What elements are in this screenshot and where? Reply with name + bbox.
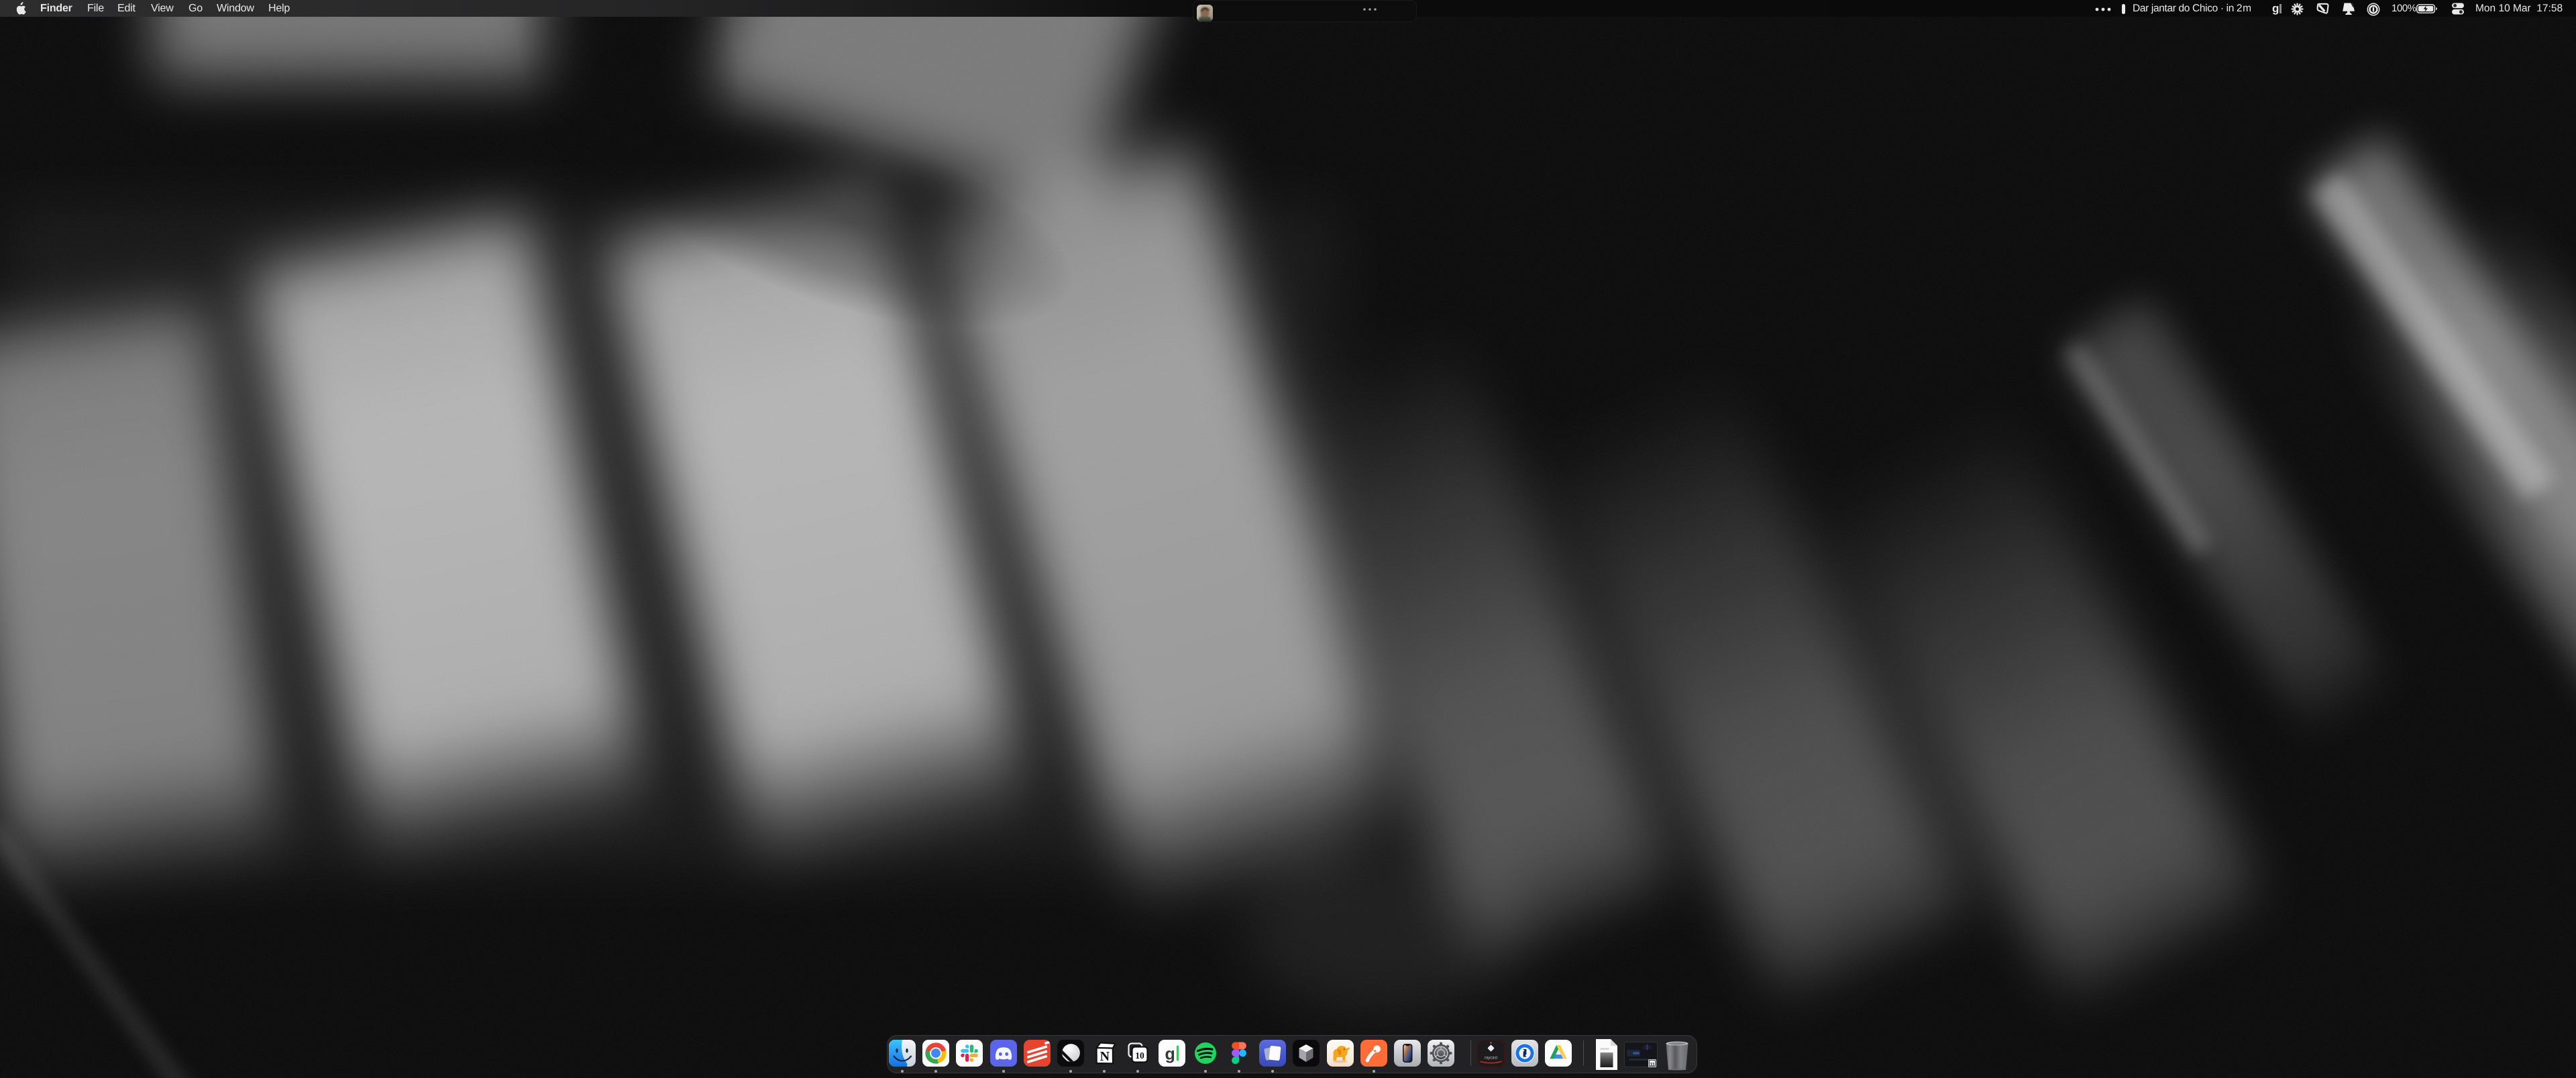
svg-text:g: g (1165, 1045, 1175, 1064)
svg-text:raycast: raycast (1485, 1057, 1498, 1061)
svg-text:11: 11 (1650, 1062, 1655, 1067)
svg-text:10: 10 (1136, 1050, 1145, 1061)
svg-text:N: N (1100, 1049, 1110, 1064)
